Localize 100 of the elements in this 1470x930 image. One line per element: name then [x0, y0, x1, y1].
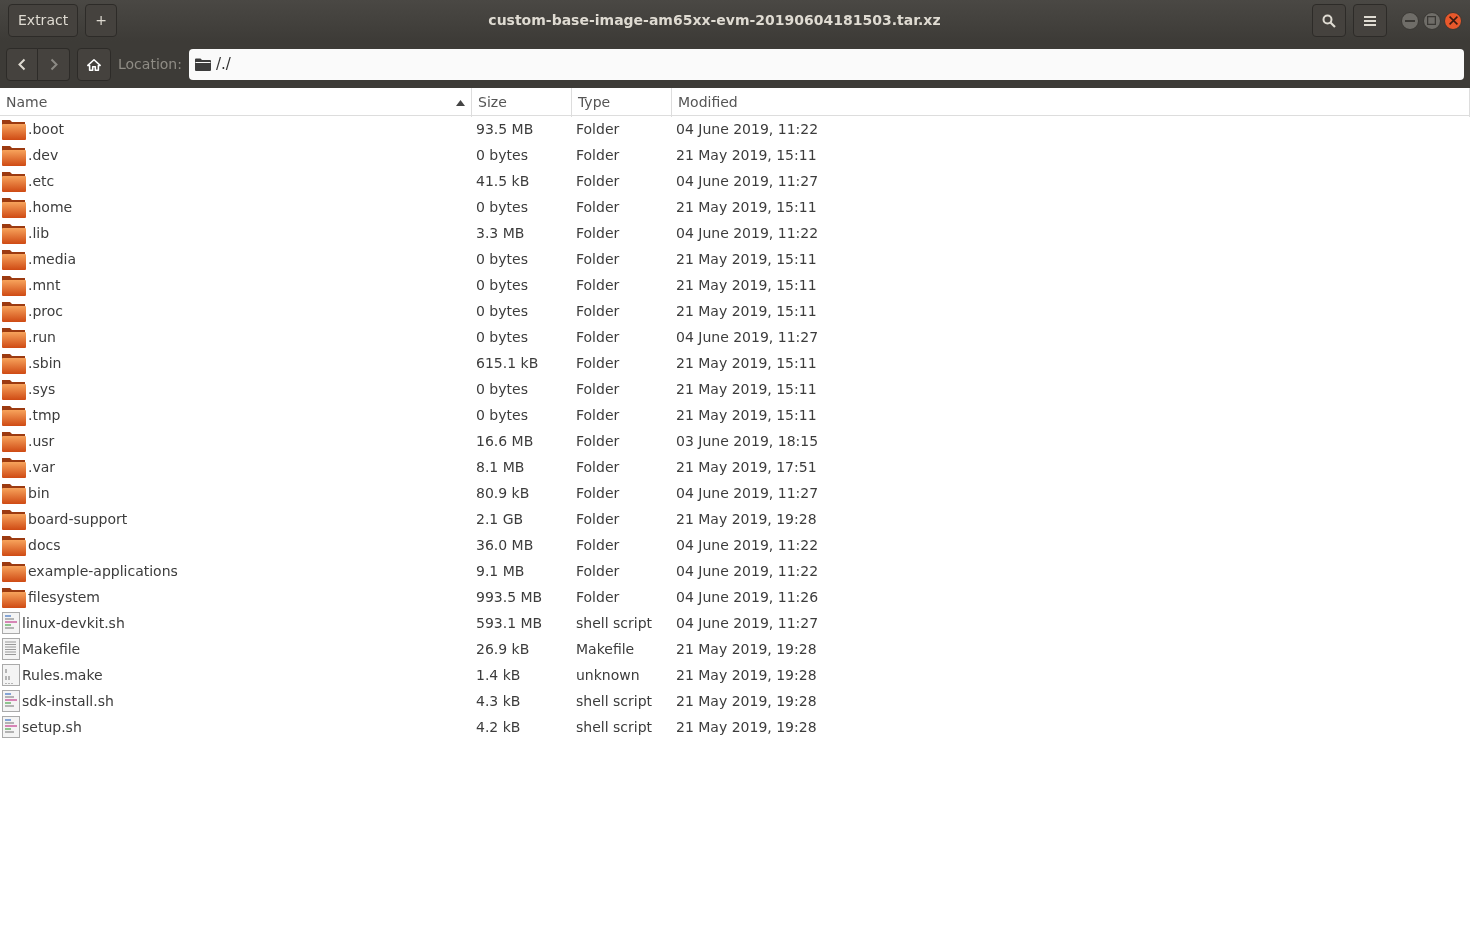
file-size: 36.0 MB [475, 535, 535, 555]
folder-icon [2, 222, 26, 244]
file-size: 593.1 MB [475, 613, 544, 633]
minimize-icon [1405, 19, 1415, 22]
folder-icon [2, 456, 26, 478]
column-header[interactable]: Size [478, 92, 507, 113]
file-name[interactable]: Makefile [22, 638, 81, 660]
folder-icon [2, 560, 26, 582]
file-name[interactable]: .media [28, 248, 77, 270]
file-name[interactable]: .run [28, 326, 56, 348]
file-type: shell script [575, 691, 654, 711]
file-name[interactable]: .proc [28, 300, 64, 322]
file-size: 26.9 kB [475, 639, 531, 659]
file-name[interactable]: .usr [28, 430, 55, 452]
file-type: Folder [575, 535, 621, 555]
file-name[interactable]: .dev [28, 144, 59, 166]
file-size: 0 bytes [475, 379, 529, 399]
file-name[interactable]: .sbin [28, 352, 62, 374]
file-size: 93.5 MB [475, 119, 535, 139]
file-name[interactable]: setup.sh [22, 716, 82, 738]
file-size: 3.3 MB [475, 223, 526, 243]
file-modified: 04 June 2019, 11:27 [675, 613, 820, 633]
file-name[interactable]: filesystem [28, 586, 100, 608]
close-icon [1448, 16, 1458, 25]
file-name[interactable]: .mnt [28, 274, 61, 296]
file-type: Folder [575, 145, 621, 165]
file-size: 0 bytes [475, 249, 529, 269]
menu-button[interactable] [1353, 4, 1387, 37]
file-name[interactable]: .lib [28, 222, 50, 244]
folder-icon [2, 508, 26, 530]
home-button[interactable] [77, 48, 111, 81]
file-name[interactable]: .etc [28, 170, 55, 192]
file-modified: 21 May 2019, 15:11 [675, 249, 818, 269]
back-icon [18, 58, 26, 71]
file-type: shell script [575, 613, 654, 633]
file-type: Folder [575, 561, 621, 581]
folder-icon [2, 534, 26, 556]
file-name[interactable]: Rules.make [22, 664, 103, 686]
location-label: Location: [118, 55, 182, 74]
column-header[interactable]: Name [6, 92, 48, 113]
file-size: 8.1 MB [475, 457, 526, 477]
window-title: custom-base-image-am65xx-evm-20190604181503.tar.xz [488, 12, 941, 28]
file-type: Folder [575, 431, 621, 451]
file-size: 0 bytes [475, 197, 529, 217]
file-name[interactable]: example-applications [28, 560, 178, 582]
file-modified: 03 June 2019, 18:15 [675, 431, 820, 451]
forward-button[interactable] [38, 48, 70, 81]
file-size: 16.6 MB [475, 431, 535, 451]
file-name[interactable]: .sys [28, 378, 56, 400]
file-modified: 21 May 2019, 15:11 [675, 197, 818, 217]
file-modified: 21 May 2019, 15:11 [675, 145, 818, 165]
file-name[interactable]: docs [28, 534, 61, 556]
folder-icon [2, 118, 26, 140]
file-type: Folder [575, 275, 621, 295]
file-size: 0 bytes [475, 327, 529, 347]
file-modified: 21 May 2019, 19:28 [675, 717, 818, 737]
folder-icon [2, 430, 26, 452]
column-header[interactable]: Type [578, 92, 611, 113]
file-size: 2.1 GB [475, 509, 525, 529]
file-size: 993.5 MB [475, 587, 544, 607]
file-type: Folder [575, 301, 621, 321]
file-modified: 21 May 2019, 19:28 [675, 509, 818, 529]
file-modified: 04 June 2019, 11:27 [675, 327, 820, 347]
file-type: Folder [575, 379, 621, 399]
file-size: 9.1 MB [475, 561, 526, 581]
folder-icon [2, 196, 26, 218]
file-modified: 21 May 2019, 19:28 [675, 639, 818, 659]
file-name[interactable]: linux-devkit.sh [22, 612, 125, 634]
file-name[interactable]: bin [28, 482, 50, 504]
close-button[interactable] [1444, 11, 1462, 30]
file-modified: 21 May 2019, 15:11 [675, 301, 818, 321]
file-name[interactable]: board-support [28, 508, 128, 530]
add-button[interactable]: + [85, 4, 117, 37]
location-field[interactable]: /./ [188, 49, 1464, 80]
file-name[interactable]: .tmp [28, 404, 61, 426]
file-name[interactable]: .boot [28, 118, 64, 140]
file-type: Folder [575, 197, 621, 217]
extract-button[interactable]: Extract [8, 4, 79, 37]
file-modified: 04 June 2019, 11:27 [675, 171, 820, 191]
file-size: 4.3 kB [475, 691, 522, 711]
file-modified: 04 June 2019, 11:27 [675, 483, 820, 503]
file-name[interactable]: .home [28, 196, 73, 218]
file-type: Folder [575, 119, 621, 139]
file-type: unknown [575, 665, 641, 685]
column-header[interactable]: Modified [678, 92, 738, 113]
folder-icon [2, 144, 26, 166]
file-modified: 04 June 2019, 11:22 [675, 119, 820, 139]
file-type: Folder [575, 587, 621, 607]
file-type: Folder [575, 249, 621, 269]
file-name[interactable]: sdk-install.sh [22, 690, 114, 712]
file-type: Folder [575, 509, 621, 529]
menu-icon [1364, 15, 1376, 26]
file-modified: 21 May 2019, 17:51 [675, 457, 818, 477]
script-file-icon [2, 612, 20, 634]
file-name[interactable]: .var [28, 456, 56, 478]
search-button[interactable] [1312, 4, 1346, 37]
file-type: Folder [575, 405, 621, 425]
binary-file-icon [2, 664, 20, 686]
back-button[interactable] [6, 48, 38, 81]
file-type: Folder [575, 223, 621, 243]
